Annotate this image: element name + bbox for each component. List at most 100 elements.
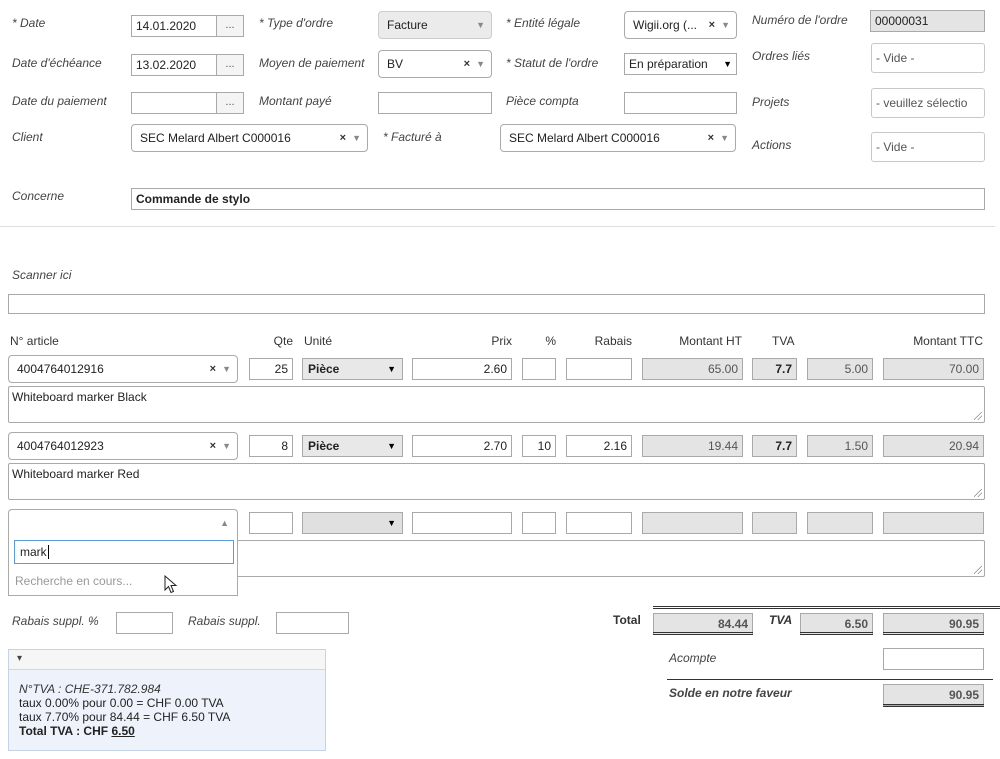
payment-date-field[interactable]	[131, 92, 217, 114]
gross-amount-field: 70.00	[883, 358, 984, 380]
percent-field[interactable]: 10	[522, 435, 556, 457]
unit-select[interactable]: ▼	[302, 512, 403, 534]
amount-paid-label: Montant payé	[259, 94, 332, 108]
qty-field[interactable]: 25	[249, 358, 293, 380]
client-select[interactable]: SEC Melard Albert C000016 × ▼	[131, 124, 368, 152]
projects-label: Projets	[752, 95, 790, 109]
resize-handle-icon[interactable]	[974, 489, 982, 497]
vat-rate-field: 7.7	[752, 435, 797, 457]
chevron-down-icon: ▼	[720, 133, 729, 143]
deposit-label: Acompte	[669, 651, 717, 665]
extra-discount-label: Rabais suppl.	[188, 614, 261, 628]
payment-method-value: BV	[387, 57, 404, 71]
order-status-select[interactable]: En préparation ▼	[624, 53, 737, 75]
total-vat-rule	[800, 632, 873, 635]
linked-orders-field[interactable]: - Vide -	[871, 43, 985, 73]
concerns-field[interactable]: Commande de stylo	[131, 188, 985, 210]
unit-select[interactable]: Pièce ▼	[302, 358, 403, 380]
article-search-input[interactable]: mark	[14, 540, 234, 564]
total-label: Total	[613, 613, 641, 627]
net-amount-field	[642, 512, 743, 534]
col-gross-amount: Montant TTC	[913, 334, 983, 348]
order-type-label: * Type d'ordre	[259, 16, 334, 30]
billed-to-value: SEC Melard Albert C000016	[509, 131, 660, 145]
clear-icon[interactable]: ×	[210, 440, 216, 452]
deposit-field[interactable]	[883, 648, 984, 670]
vat-amount-field: 1.50	[807, 435, 873, 457]
clear-icon[interactable]: ×	[708, 132, 714, 144]
resize-handle-icon[interactable]	[974, 566, 982, 574]
unit-value: Pièce	[308, 439, 340, 453]
total-gross-rule	[883, 632, 984, 635]
col-net-amount: Montant HT	[679, 334, 742, 348]
chevron-down-icon: ▼	[476, 59, 485, 69]
projects-field[interactable]: - veuillez sélectio	[871, 88, 985, 118]
unit-select[interactable]: Pièce ▼	[302, 435, 403, 457]
description-textarea[interactable]: Whiteboard marker Red	[8, 463, 985, 500]
col-price: Prix	[491, 334, 512, 348]
client-value: SEC Melard Albert C000016	[140, 131, 291, 145]
qty-field[interactable]	[249, 512, 293, 534]
clear-icon[interactable]: ×	[340, 132, 346, 144]
payment-method-select[interactable]: BV × ▼	[378, 50, 492, 78]
due-date-picker-button[interactable]: ...	[216, 54, 244, 76]
payment-date-label: Date du paiement	[12, 94, 107, 108]
billed-to-label: * Facturé à	[383, 130, 442, 144]
percent-field[interactable]	[522, 358, 556, 380]
actions-label: Actions	[752, 138, 792, 152]
vat-total-prefix: Total TVA : CHF	[19, 724, 112, 738]
legal-entity-select[interactable]: Wigii.org (... × ▼	[624, 11, 737, 39]
legal-entity-value: Wigii.org (...	[633, 18, 698, 32]
percent-field[interactable]	[522, 512, 556, 534]
balance-underline	[883, 704, 984, 707]
description-textarea[interactable]	[238, 540, 985, 577]
order-type-select[interactable]: Facture ▼	[378, 11, 492, 39]
discount-field[interactable]	[566, 358, 632, 380]
payment-date-picker-button[interactable]: ...	[216, 92, 244, 114]
billed-to-select[interactable]: SEC Melard Albert C000016 × ▼	[500, 124, 736, 152]
total-net-rule	[653, 632, 753, 635]
resize-handle-icon[interactable]	[974, 412, 982, 420]
actions-field[interactable]: - Vide -	[871, 132, 985, 162]
clear-icon[interactable]: ×	[464, 58, 470, 70]
article-select[interactable]: 4004764012923 × ▼	[8, 432, 238, 460]
concerns-label: Concerne	[12, 189, 65, 203]
article-select-open[interactable]: ▲	[8, 509, 238, 537]
gross-amount-field: 20.94	[883, 435, 984, 457]
clear-icon[interactable]: ×	[709, 19, 715, 31]
dropdown-arrow-icon: ▼	[387, 441, 396, 451]
qty-field[interactable]: 8	[249, 435, 293, 457]
collapse-toggle-icon[interactable]: ▾	[17, 653, 22, 664]
discount-field[interactable]	[566, 512, 632, 534]
scan-input[interactable]	[8, 294, 985, 314]
extra-discount-field[interactable]	[276, 612, 349, 634]
article-value: 4004764012923	[17, 439, 104, 453]
price-field[interactable]: 2.70	[412, 435, 512, 457]
mouse-cursor-icon	[164, 575, 178, 594]
due-date-field[interactable]: 13.02.2020	[131, 54, 217, 76]
extra-discount-pct-field[interactable]	[116, 612, 173, 634]
totals-top-rule	[653, 606, 1000, 609]
chevron-down-icon: ▼	[222, 441, 231, 451]
vat-amount-field: 5.00	[807, 358, 873, 380]
price-field[interactable]: 2.60	[412, 358, 512, 380]
date-field[interactable]: 14.01.2020	[131, 15, 217, 37]
amount-paid-field[interactable]	[378, 92, 492, 114]
order-number-label: Numéro de l'ordre	[752, 13, 848, 27]
date-picker-button[interactable]: ...	[216, 15, 244, 37]
scan-label: Scanner ici	[12, 268, 72, 282]
article-select[interactable]: 4004764012916 × ▼	[8, 355, 238, 383]
accounting-doc-field[interactable]	[624, 92, 737, 114]
article-value: 4004764012916	[17, 362, 104, 376]
vat-panel-header[interactable]: ▾	[9, 650, 325, 670]
clear-icon[interactable]: ×	[210, 363, 216, 375]
order-status-label: * Statut de l'ordre	[506, 56, 599, 70]
order-number-field: 00000031	[870, 10, 985, 32]
description-textarea[interactable]: Whiteboard marker Black	[8, 386, 985, 423]
discount-field[interactable]: 2.16	[566, 435, 632, 457]
vat-info-panel: ▾ N°TVA : CHE-371.782.984 taux 0.00% pou…	[8, 649, 326, 751]
price-field[interactable]	[412, 512, 512, 534]
order-type-value: Facture	[387, 18, 428, 32]
chevron-up-icon: ▲	[220, 518, 229, 528]
chevron-down-icon: ▼	[222, 364, 231, 374]
